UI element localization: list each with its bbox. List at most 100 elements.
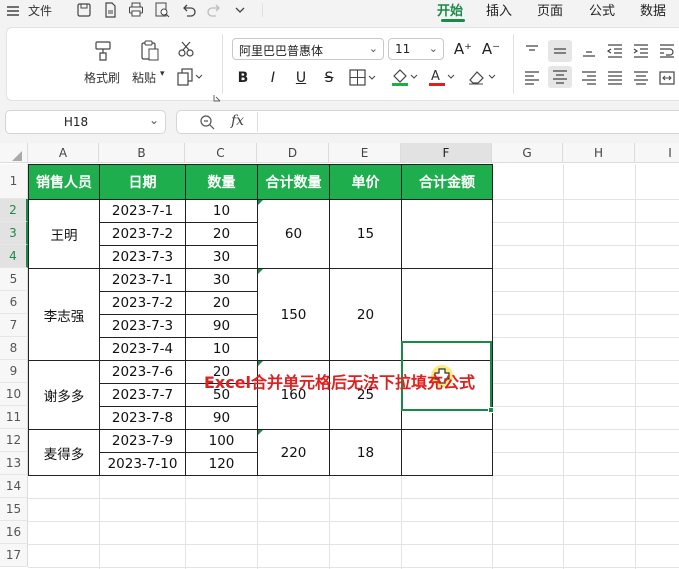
decrease-indent-icon[interactable] xyxy=(606,42,624,60)
unit-price-cell[interactable]: 20 xyxy=(329,268,402,361)
row-header-3[interactable]: 3 xyxy=(0,222,28,245)
insert-function-button[interactable]: fx xyxy=(231,113,244,129)
date-cell[interactable]: 2023-7-3 xyxy=(99,245,186,269)
increase-indent-icon[interactable] xyxy=(632,42,650,60)
row-header-17[interactable]: 17 xyxy=(0,544,28,567)
row-header-5[interactable]: 5 xyxy=(0,268,28,291)
distributed-align-icon[interactable] xyxy=(632,69,650,87)
column-header-i[interactable]: I xyxy=(635,143,679,163)
font-name-select[interactable]: 阿里巴巴普惠体 ⌄ xyxy=(232,38,384,60)
row-header-16[interactable]: 16 xyxy=(0,521,28,544)
date-cell[interactable]: 2023-7-2 xyxy=(99,291,186,315)
column-header-f[interactable]: F xyxy=(401,143,492,163)
tab-insert[interactable]: 插入 xyxy=(486,0,512,19)
date-cell[interactable]: 2023-7-10 xyxy=(99,452,186,476)
row-header-2[interactable]: 2 xyxy=(0,199,28,222)
total-amount-cell[interactable] xyxy=(401,199,493,269)
unit-price-cell[interactable]: 18 xyxy=(329,429,402,476)
quantity-cell[interactable]: 20 xyxy=(185,291,258,315)
date-cell[interactable]: 2023-7-8 xyxy=(99,406,186,430)
menu-icon[interactable] xyxy=(6,3,22,19)
salesperson-cell[interactable]: 李志强 xyxy=(28,268,100,361)
row-header-12[interactable]: 12 xyxy=(0,429,28,452)
total-quantity-cell[interactable]: 60 xyxy=(257,199,330,269)
date-cell[interactable]: 2023-7-4 xyxy=(99,337,186,361)
format-painter-label[interactable]: 格式刷 xyxy=(84,69,120,86)
column-header-g[interactable]: G xyxy=(492,143,563,163)
table-header-cell[interactable]: 合计数量 xyxy=(257,164,330,200)
date-cell[interactable]: 2023-7-3 xyxy=(99,314,186,338)
paste-dropdown-chevron-icon[interactable]: ▾ xyxy=(160,69,165,79)
underline-button[interactable]: U xyxy=(291,68,311,88)
row-header-6[interactable]: 6 xyxy=(0,291,28,314)
fill-color-icon[interactable] xyxy=(390,67,418,86)
quantity-cell[interactable]: 10 xyxy=(185,337,258,361)
fill-handle[interactable] xyxy=(488,407,494,413)
quantity-cell[interactable]: 30 xyxy=(185,245,258,269)
italic-button[interactable]: I xyxy=(263,68,283,88)
table-header-cell[interactable]: 合计金额 xyxy=(401,164,493,200)
row-header-8[interactable]: 8 xyxy=(0,337,28,360)
export-pdf-icon[interactable] xyxy=(102,2,118,18)
row-header-11[interactable]: 11 xyxy=(0,406,28,429)
tab-page[interactable]: 页面 xyxy=(537,0,563,19)
row-header-4[interactable]: 4 xyxy=(0,245,28,268)
format-painter-icon[interactable] xyxy=(93,40,113,62)
font-size-select[interactable]: 11 ⌄ xyxy=(388,38,444,60)
total-quantity-cell[interactable]: 220 xyxy=(257,429,330,476)
quantity-cell[interactable]: 10 xyxy=(185,199,258,223)
chevron-down-icon[interactable]: ⌄ xyxy=(149,113,159,127)
row-header-1[interactable]: 1 xyxy=(0,164,28,199)
quantity-cell[interactable]: 20 xyxy=(185,222,258,246)
date-cell[interactable]: 2023-7-9 xyxy=(99,429,186,453)
wrap-text-icon[interactable] xyxy=(658,42,676,60)
bold-button[interactable]: B xyxy=(233,68,253,88)
column-header-h[interactable]: H xyxy=(563,143,635,163)
tab-home[interactable]: 开始 xyxy=(437,0,463,19)
quantity-cell[interactable]: 90 xyxy=(185,314,258,338)
decrease-font-size-button[interactable]: A⁻ xyxy=(481,39,501,59)
table-header-cell[interactable]: 日期 xyxy=(99,164,186,200)
select-all-corner[interactable] xyxy=(0,143,28,163)
clear-format-icon[interactable] xyxy=(467,68,496,86)
print-icon[interactable] xyxy=(128,2,144,18)
file-menu[interactable]: 文件 xyxy=(28,2,52,19)
tab-formulas[interactable]: 公式 xyxy=(589,0,615,19)
cut-icon[interactable] xyxy=(177,40,195,58)
quantity-cell[interactable]: 100 xyxy=(185,429,258,453)
zoom-formula-icon[interactable] xyxy=(199,114,215,134)
print-preview-icon[interactable] xyxy=(154,2,170,18)
table-header-cell[interactable]: 销售人员 xyxy=(28,164,100,200)
row-header-13[interactable]: 13 xyxy=(0,452,28,475)
quantity-cell[interactable]: 120 xyxy=(185,452,258,476)
align-top-icon[interactable] xyxy=(523,42,541,60)
salesperson-cell[interactable]: 王明 xyxy=(28,199,100,269)
date-cell[interactable]: 2023-7-1 xyxy=(99,199,186,223)
row-header-7[interactable]: 7 xyxy=(0,314,28,337)
align-bottom-icon[interactable] xyxy=(580,42,598,60)
paste-label[interactable]: 粘贴 xyxy=(132,69,156,86)
align-center-icon[interactable] xyxy=(548,66,572,88)
justify-icon[interactable] xyxy=(606,69,624,87)
row-header-14[interactable]: 14 xyxy=(0,475,28,498)
total-amount-cell[interactable] xyxy=(401,429,493,476)
date-cell[interactable]: 2023-7-2 xyxy=(99,222,186,246)
column-header-e[interactable]: E xyxy=(329,143,401,163)
tab-data[interactable]: 数据 xyxy=(640,0,666,19)
save-icon[interactable] xyxy=(76,2,92,18)
merge-cells-icon[interactable] xyxy=(658,69,676,87)
quantity-cell[interactable]: 30 xyxy=(185,268,258,292)
salesperson-cell[interactable]: 麦得多 xyxy=(28,429,100,476)
font-color-icon[interactable]: A xyxy=(427,67,455,86)
row-header-15[interactable]: 15 xyxy=(0,498,28,521)
borders-icon[interactable] xyxy=(349,69,376,87)
total-quantity-cell[interactable]: 150 xyxy=(257,268,330,361)
name-box[interactable]: H18 ⌄ xyxy=(5,110,166,134)
quantity-cell[interactable]: 90 xyxy=(185,406,258,430)
strikethrough-button[interactable]: S xyxy=(319,68,339,88)
column-header-b[interactable]: B xyxy=(99,143,185,163)
align-left-icon[interactable] xyxy=(523,69,541,87)
increase-font-size-button[interactable]: A⁺ xyxy=(453,39,473,59)
redo-icon[interactable] xyxy=(206,2,222,18)
font-dialog-launcher-icon[interactable] xyxy=(212,88,222,102)
